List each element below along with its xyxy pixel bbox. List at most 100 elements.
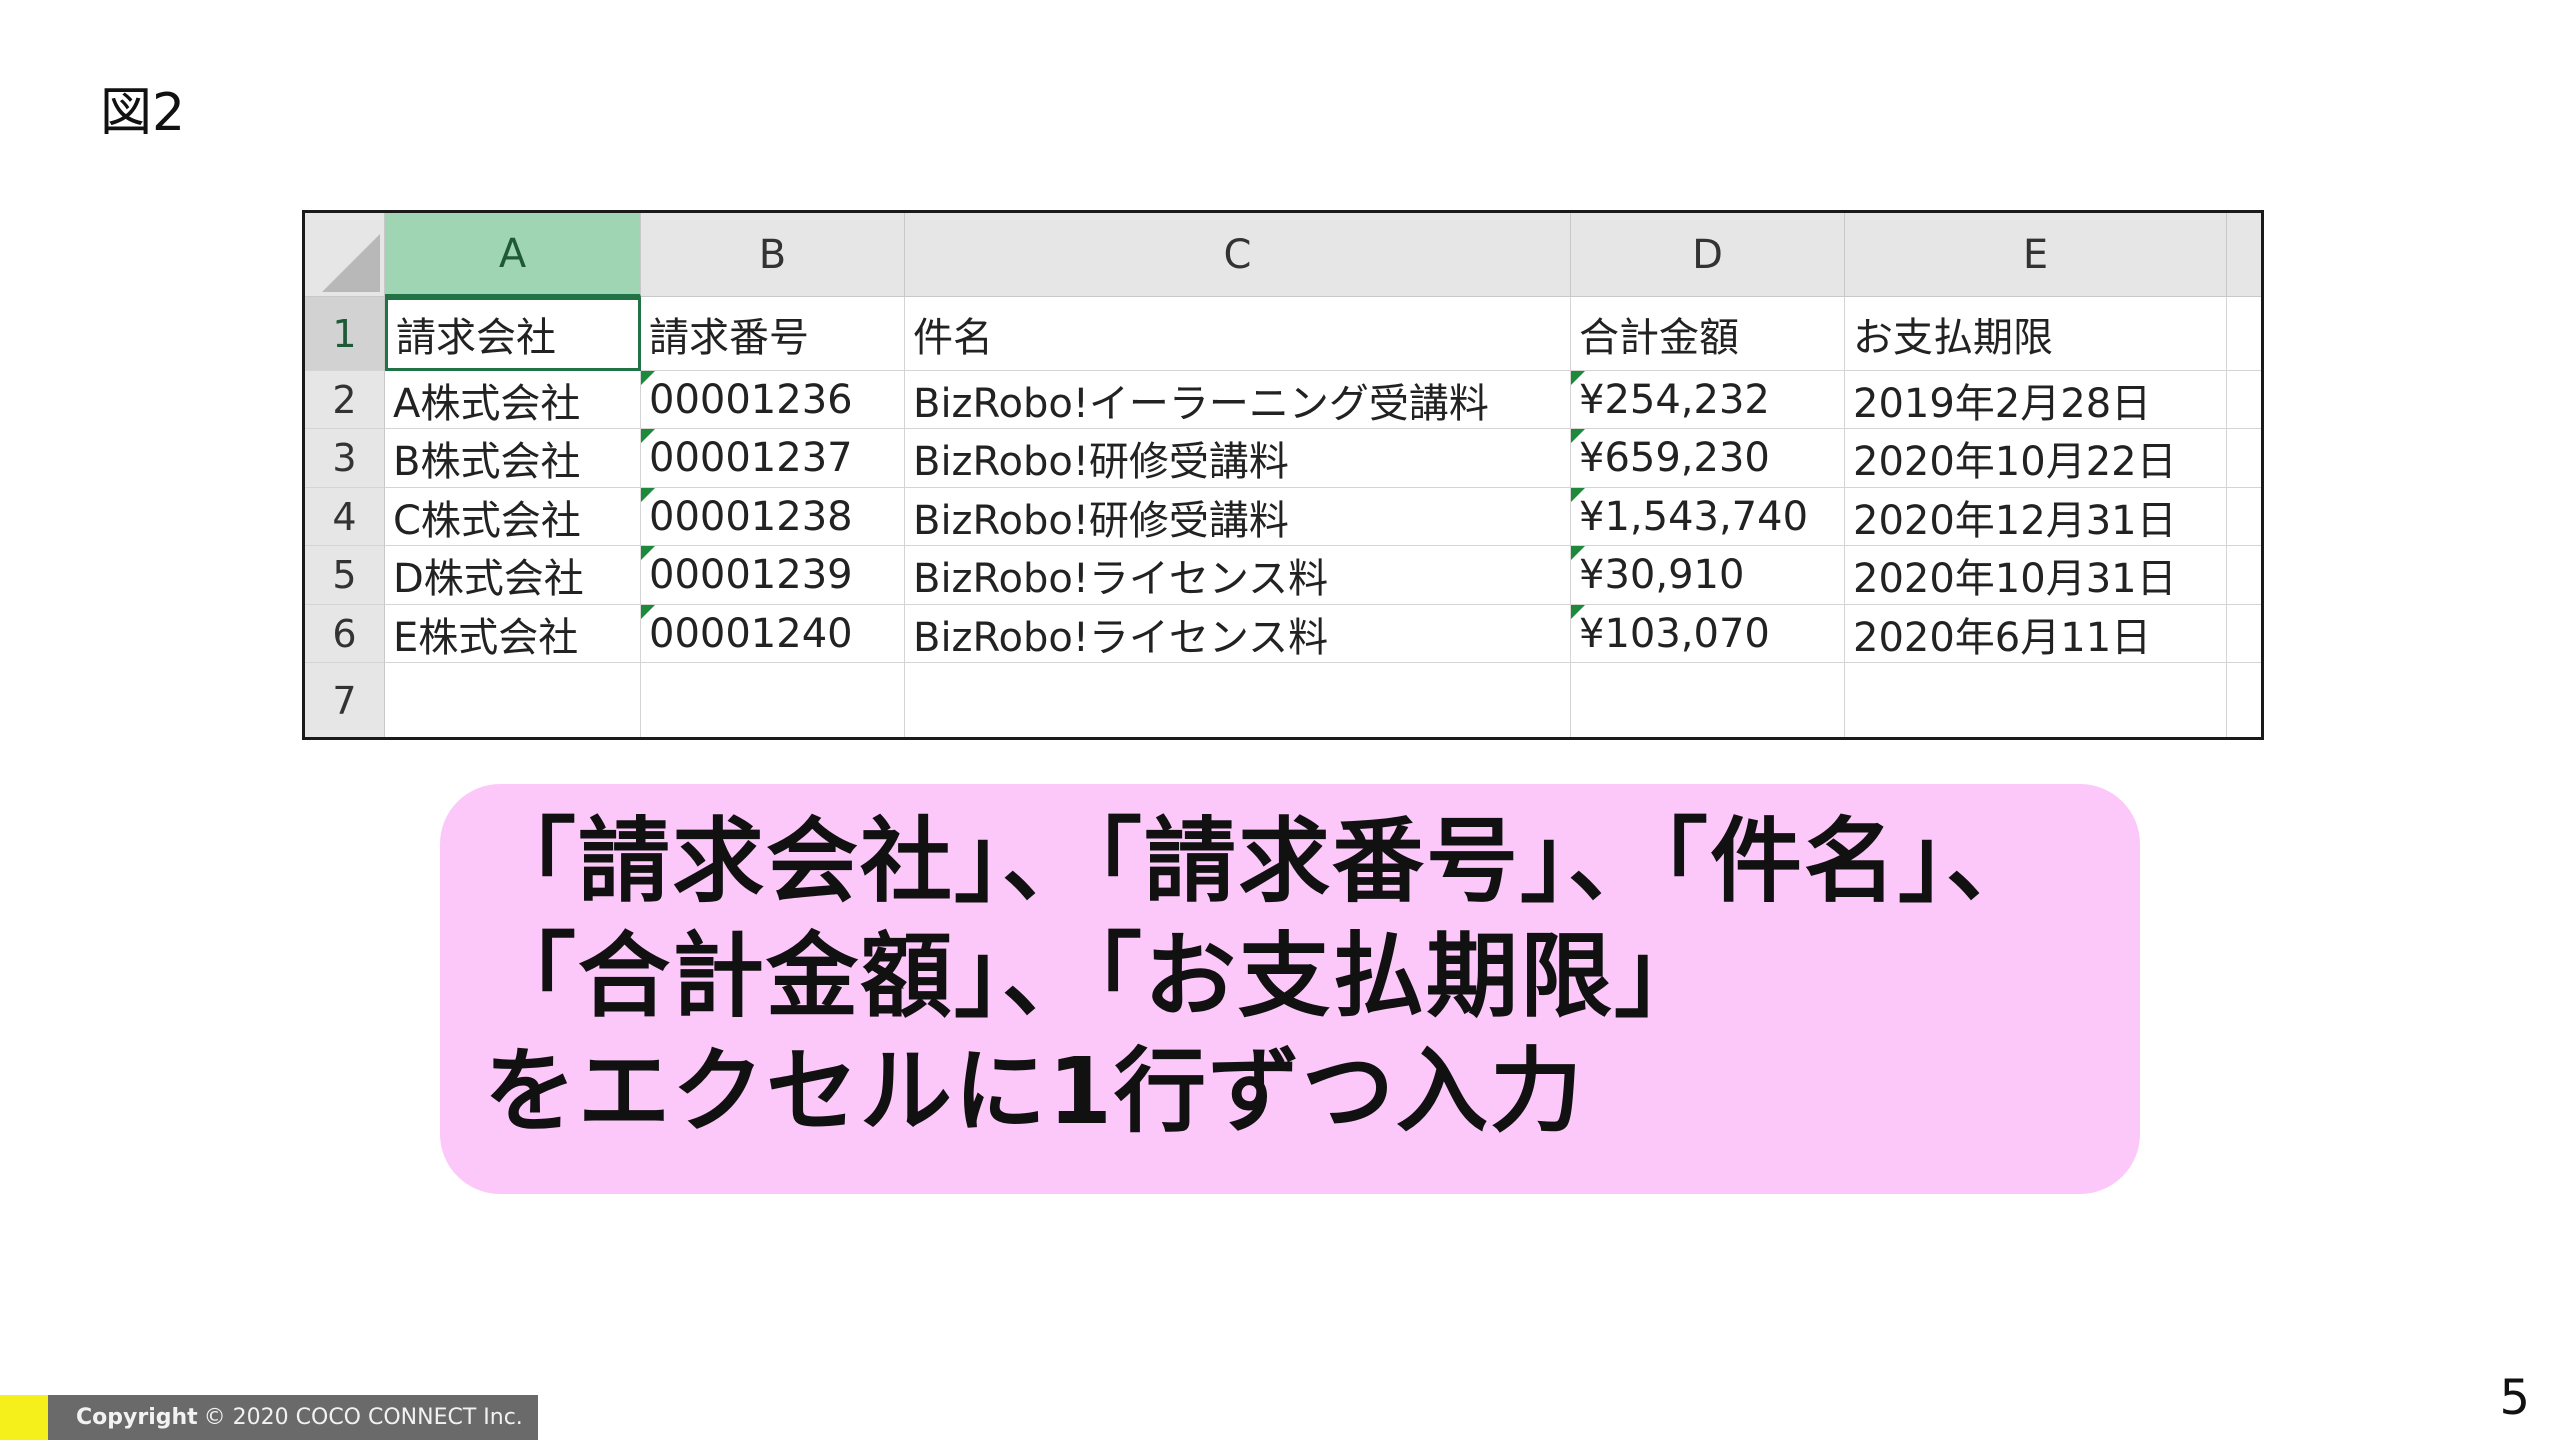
cell-e3[interactable]: 2020年10月22日 <box>1845 429 2227 488</box>
cell-e2[interactable]: 2019年2月28日 <box>1845 371 2227 429</box>
cell-a2[interactable]: A株式会社 <box>385 371 641 429</box>
copyright-bar: Copyright © 2020 COCO CONNECT Inc. <box>48 1395 538 1440</box>
cell-filler <box>2227 605 2261 663</box>
cell-value: お支払期限 <box>1853 314 2053 361</box>
cell-value: ¥30,910 <box>1579 552 1745 598</box>
cell-value: D株式会社 <box>393 556 584 602</box>
cell-filler <box>2227 546 2261 605</box>
cell-value: 2020年12月31日 <box>1853 497 2177 544</box>
cell-d3[interactable]: ¥659,230 <box>1571 429 1845 488</box>
text-number-warning-icon[interactable] <box>641 488 655 502</box>
text-number-warning-icon[interactable] <box>1571 371 1585 385</box>
text-number-warning-icon[interactable] <box>641 371 655 385</box>
cell-value: E株式会社 <box>393 614 579 661</box>
cell-a7[interactable] <box>385 663 641 737</box>
cell-e1[interactable]: お支払期限 <box>1845 297 2227 371</box>
cell-b6[interactable]: 00001240 <box>641 605 905 663</box>
row-header-1[interactable]: 1 <box>305 297 385 371</box>
copyright-label: Copyright <box>76 1405 198 1430</box>
instruction-line-3: をエクセルに1行ずつ入力 <box>484 1038 1585 1145</box>
cell-value: 00001239 <box>649 552 853 598</box>
cell-value: BizRobo!ライセンス料 <box>913 556 1329 602</box>
cell-a6[interactable]: E株式会社 <box>385 605 641 663</box>
cell-value: B株式会社 <box>393 439 581 485</box>
cell-a1[interactable]: 請求会社 <box>385 297 641 371</box>
cell-d4[interactable]: ¥1,543,740 <box>1571 488 1845 546</box>
cell-d5[interactable]: ¥30,910 <box>1571 546 1845 605</box>
row-header-6[interactable]: 6 <box>305 605 385 663</box>
text-number-warning-icon[interactable] <box>1571 546 1585 560</box>
select-all-triangle-icon <box>322 234 380 292</box>
cell-c4[interactable]: BizRobo!研修受講料 <box>905 488 1571 546</box>
cell-value: A株式会社 <box>393 380 581 427</box>
column-header-a[interactable]: A <box>385 213 641 297</box>
cell-value: 2020年10月31日 <box>1853 556 2177 602</box>
column-header-d[interactable]: D <box>1571 213 1845 297</box>
row-header-7[interactable]: 7 <box>305 663 385 737</box>
cell-value: ¥103,070 <box>1579 610 1770 657</box>
cell-d2[interactable]: ¥254,232 <box>1571 371 1845 429</box>
instruction-callout: 「請求会社」、「請求番号」、「件名」、 「合計金額」、「お支払期限」 をエクセル… <box>440 784 2140 1194</box>
cell-c1[interactable]: 件名 <box>905 297 1571 371</box>
figure-label: 図2 <box>100 83 186 143</box>
cell-filler <box>2227 297 2261 371</box>
cell-a4[interactable]: C株式会社 <box>385 488 641 546</box>
row-header-4[interactable]: 4 <box>305 488 385 546</box>
cell-value: 合計金額 <box>1579 314 1739 361</box>
cell-filler <box>2227 488 2261 546</box>
cell-value: 2019年2月28日 <box>1853 380 2152 427</box>
column-header-filler <box>2227 213 2261 297</box>
cell-b1[interactable]: 請求番号 <box>641 297 905 371</box>
cell-b5[interactable]: 00001239 <box>641 546 905 605</box>
text-number-warning-icon[interactable] <box>1571 488 1585 502</box>
cell-value: 請求会社 <box>396 315 556 361</box>
cell-d6[interactable]: ¥103,070 <box>1571 605 1845 663</box>
cell-d1[interactable]: 合計金額 <box>1571 297 1845 371</box>
cell-e6[interactable]: 2020年6月11日 <box>1845 605 2227 663</box>
cell-c6[interactable]: BizRobo!ライセンス料 <box>905 605 1571 663</box>
cell-value: ¥1,543,740 <box>1579 493 1809 540</box>
cell-value: BizRobo!ライセンス料 <box>913 614 1329 661</box>
cell-e4[interactable]: 2020年12月31日 <box>1845 488 2227 546</box>
cell-c7[interactable] <box>905 663 1571 737</box>
spreadsheet[interactable]: A B C D E 1 2 3 4 5 6 7 請求会社 請求番号 件名 合計金額 お支払期限 A株式会社 0000… <box>302 210 2264 740</box>
cell-b7[interactable] <box>641 663 905 737</box>
cell-e5[interactable]: 2020年10月31日 <box>1845 546 2227 605</box>
row-header-5[interactable]: 5 <box>305 546 385 605</box>
cell-c2[interactable]: BizRobo!イーラーニング受講料 <box>905 371 1571 429</box>
cell-d7[interactable] <box>1571 663 1845 737</box>
cell-c3[interactable]: BizRobo!研修受講料 <box>905 429 1571 488</box>
cell-value: BizRobo!イーラーニング受講料 <box>913 380 1489 427</box>
column-header-b[interactable]: B <box>641 213 905 297</box>
text-number-warning-icon[interactable] <box>1571 429 1585 443</box>
cell-value: BizRobo!研修受講料 <box>913 439 1289 485</box>
text-number-warning-icon[interactable] <box>641 546 655 560</box>
text-number-warning-icon[interactable] <box>641 429 655 443</box>
cell-value: 2020年6月11日 <box>1853 614 2152 661</box>
cell-value: 00001237 <box>649 435 853 481</box>
cell-a3[interactable]: B株式会社 <box>385 429 641 488</box>
cell-value: 00001240 <box>649 610 853 657</box>
cell-c5[interactable]: BizRobo!ライセンス料 <box>905 546 1571 605</box>
row-header-2[interactable]: 2 <box>305 371 385 429</box>
row-header-3[interactable]: 3 <box>305 429 385 488</box>
cell-value: 請求番号 <box>649 314 809 361</box>
cell-b3[interactable]: 00001237 <box>641 429 905 488</box>
footer-accent <box>0 1395 48 1440</box>
text-number-warning-icon[interactable] <box>1571 605 1585 619</box>
cell-a5[interactable]: D株式会社 <box>385 546 641 605</box>
cell-value: 00001238 <box>649 493 853 540</box>
column-header-c[interactable]: C <box>905 213 1571 297</box>
cell-value: BizRobo!研修受講料 <box>913 497 1289 544</box>
column-header-e[interactable]: E <box>1845 213 2227 297</box>
cell-value: ¥659,230 <box>1579 435 1770 481</box>
cell-value: ¥254,232 <box>1579 376 1770 423</box>
cell-b2[interactable]: 00001236 <box>641 371 905 429</box>
instruction-line-1: 「請求会社」、「請求番号」、「件名」、 <box>484 808 2041 915</box>
select-all-corner[interactable] <box>305 213 385 297</box>
cell-e7[interactable] <box>1845 663 2227 737</box>
text-number-warning-icon[interactable] <box>641 605 655 619</box>
cell-b4[interactable]: 00001238 <box>641 488 905 546</box>
cell-filler <box>2227 371 2261 429</box>
cell-filler <box>2227 663 2261 737</box>
